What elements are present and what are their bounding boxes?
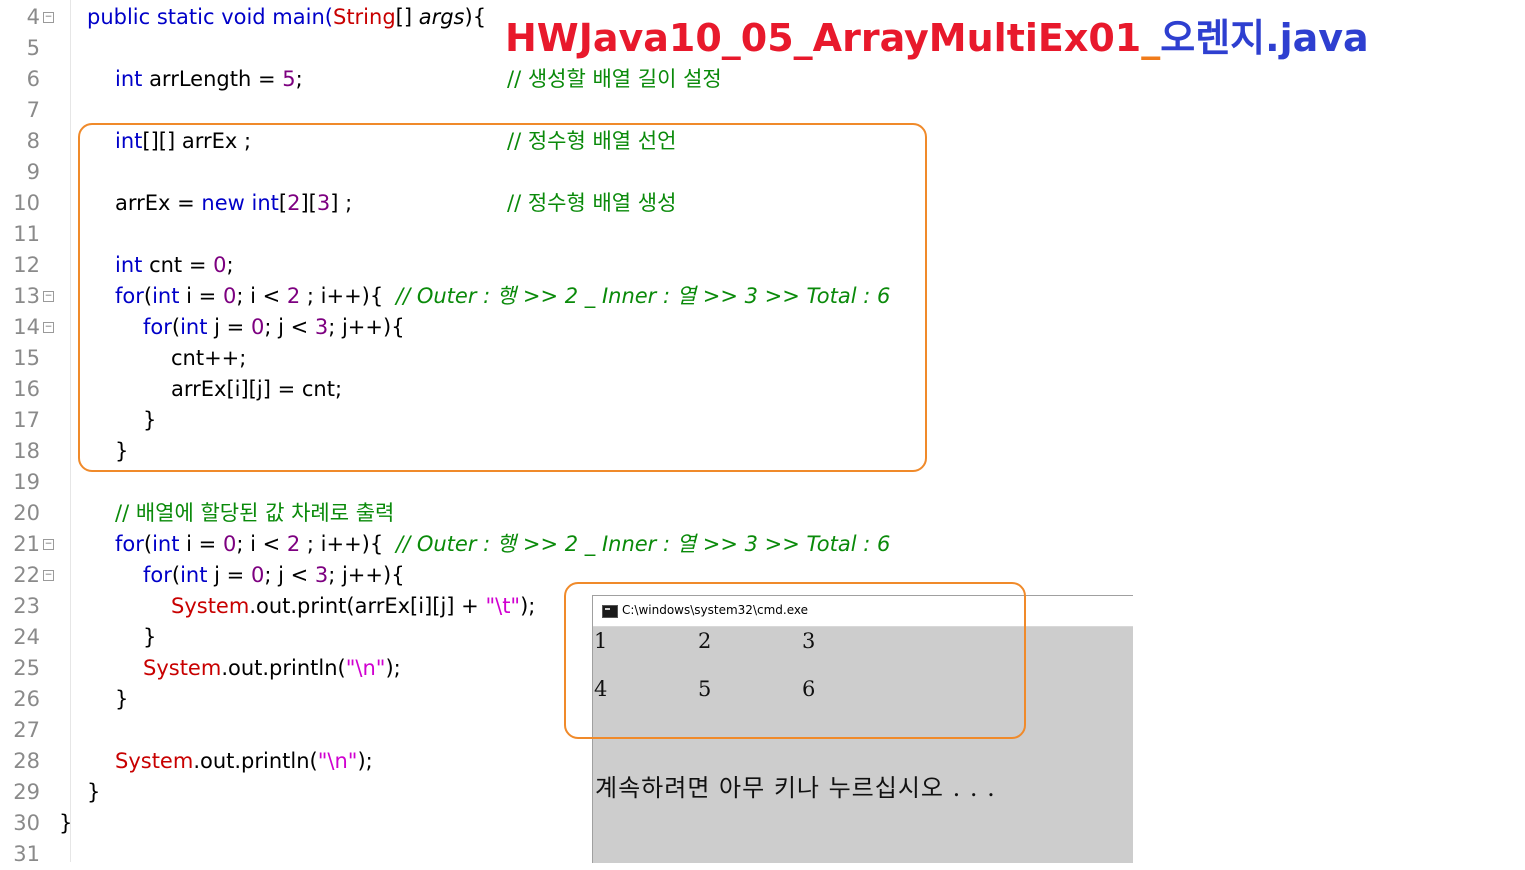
code-line-4: public static void main(String[] args){ bbox=[87, 2, 486, 33]
line-number: 24 bbox=[13, 625, 40, 649]
line-number: 7 bbox=[26, 98, 40, 122]
fold-toggle-icon[interactable]: − bbox=[43, 570, 54, 581]
code-comment: // 배열에 할당된 값 차례로 출력 bbox=[115, 501, 395, 525]
fold-toggle-icon[interactable]: − bbox=[43, 322, 54, 333]
title-part: _ bbox=[1141, 16, 1161, 60]
code-token: System bbox=[115, 749, 194, 773]
code-token: int bbox=[180, 563, 208, 587]
line-number: 14 bbox=[13, 315, 40, 339]
title-part: HWJava10_05_ArrayMultiEx01 bbox=[505, 16, 1142, 60]
code-line-22: for(int j = 0; j < 3; j++){ bbox=[143, 560, 405, 591]
code-line-23: System.out.print(arrEx[i][j] + "\t"); bbox=[171, 591, 535, 622]
code-token: .out.println( bbox=[221, 656, 346, 680]
code-token: String bbox=[332, 5, 396, 29]
console-pause-message: 계속하려면 아무 키나 누르십시오 . . . bbox=[595, 774, 996, 802]
code-token: ( bbox=[143, 532, 153, 556]
code-token: "\n" bbox=[345, 656, 386, 680]
line-number: 22 bbox=[13, 563, 40, 587]
code-token: ; j++){ bbox=[328, 563, 405, 587]
code-line-21: for(int i = 0; i < 2 ; i++){ bbox=[115, 529, 383, 560]
line-number: 25 bbox=[13, 656, 40, 680]
line-number: 21 bbox=[13, 532, 40, 556]
code-token: "\t" bbox=[485, 594, 521, 618]
code-line-29: } bbox=[87, 780, 101, 804]
code-token: int bbox=[152, 532, 180, 556]
code-token: ; j < bbox=[264, 563, 315, 587]
code-token: 0 bbox=[222, 532, 237, 556]
line-number: 11 bbox=[13, 222, 40, 246]
page-title: HWJava10_05_ArrayMultiEx01_오렌지.java bbox=[505, 14, 1369, 62]
code-token: int bbox=[115, 67, 143, 91]
code-token: ){ bbox=[464, 5, 487, 29]
fold-toggle-icon[interactable]: − bbox=[43, 291, 54, 302]
line-number: 31 bbox=[13, 842, 40, 866]
code-token: public static void main( bbox=[87, 5, 333, 29]
line-number: 8 bbox=[26, 129, 40, 153]
code-line-26: } bbox=[115, 687, 129, 711]
line-number: 30 bbox=[13, 811, 40, 835]
gutter-separator bbox=[70, 0, 71, 862]
code-line-28: System.out.println("\n"); bbox=[115, 746, 373, 777]
code-line-24: } bbox=[143, 625, 157, 649]
code-token: args bbox=[418, 5, 465, 29]
code-token: System bbox=[171, 594, 250, 618]
code-token: ( bbox=[171, 563, 181, 587]
code-token: System bbox=[143, 656, 222, 680]
line-number: 19 bbox=[13, 470, 40, 494]
line-number: 18 bbox=[13, 439, 40, 463]
line-number: 9 bbox=[26, 160, 40, 184]
title-part: 오렌지.java bbox=[1160, 16, 1369, 60]
code-token: arrLength = bbox=[142, 67, 283, 91]
code-token: .out.println( bbox=[193, 749, 318, 773]
code-line-6: int arrLength = 5; bbox=[115, 64, 303, 95]
highlight-box bbox=[78, 123, 927, 472]
code-token: [] bbox=[395, 5, 419, 29]
code-token: ); bbox=[357, 749, 373, 773]
output-highlight-box bbox=[564, 582, 1026, 739]
code-token: ; i++){ bbox=[300, 532, 384, 556]
line-number: 12 bbox=[13, 253, 40, 277]
code-token: ); bbox=[385, 656, 401, 680]
code-line-25: System.out.println("\n"); bbox=[143, 653, 401, 684]
line-number: 28 bbox=[13, 749, 40, 773]
line-number: 27 bbox=[13, 718, 40, 742]
line-number: 15 bbox=[13, 346, 40, 370]
fold-toggle-icon[interactable]: − bbox=[43, 12, 54, 23]
line-number: 13 bbox=[13, 284, 40, 308]
code-token: 0 bbox=[250, 563, 265, 587]
line-number: 16 bbox=[13, 377, 40, 401]
line-number: 26 bbox=[13, 687, 40, 711]
code-token: .out.print(arrEx[i][j] + bbox=[249, 594, 486, 618]
code-comment: // 생성할 배열 길이 설정 bbox=[507, 67, 722, 91]
line-number: 23 bbox=[13, 594, 40, 618]
line-number: 20 bbox=[13, 501, 40, 525]
line-number: 6 bbox=[26, 67, 40, 91]
code-token: 2 bbox=[286, 532, 301, 556]
line-number: 10 bbox=[13, 191, 40, 215]
line-number: 29 bbox=[13, 780, 40, 804]
line-number: 17 bbox=[13, 408, 40, 432]
code-token: ); bbox=[520, 594, 536, 618]
line-number: 4 bbox=[26, 5, 40, 29]
code-token: 3 bbox=[314, 563, 329, 587]
code-token: 5 bbox=[282, 67, 296, 91]
code-token: i = bbox=[179, 532, 223, 556]
code-token: "\n" bbox=[317, 749, 358, 773]
code-line-30: } bbox=[59, 811, 73, 835]
line-number: 5 bbox=[26, 36, 40, 60]
code-token: for bbox=[115, 532, 144, 556]
code-token: ; bbox=[295, 67, 303, 91]
code-token: ; i < bbox=[236, 532, 287, 556]
fold-toggle-icon[interactable]: − bbox=[43, 539, 54, 550]
code-token: for bbox=[143, 563, 172, 587]
code-comment: // Outer : 행 >> 2 _ Inner : 열 >> 3 >> To… bbox=[396, 532, 891, 556]
code-token: j = bbox=[207, 563, 251, 587]
